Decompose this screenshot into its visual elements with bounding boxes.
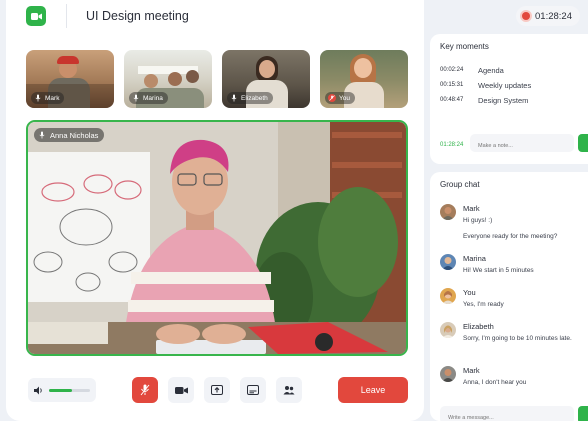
chat-sender: You [463, 288, 476, 297]
chat-text: Everyone ready for the meeting? [463, 233, 558, 240]
speaker-name: Anna Nicholas [50, 130, 99, 140]
captions-icon [247, 385, 259, 395]
chat-sender: Marina [463, 254, 486, 263]
mute-button[interactable] [132, 377, 158, 403]
recording-timer: 01:28:24 [516, 6, 580, 26]
chat-text: Yes, I'm ready [463, 301, 504, 308]
chat-sender: Elizabeth [463, 322, 494, 331]
participant-name: Mark [45, 94, 60, 102]
participant-tile-marina[interactable]: Marina [124, 50, 212, 108]
avatar [440, 366, 456, 382]
group-chat-panel: Group chat Mark Hi guys! :) Everyone rea… [430, 172, 588, 421]
chat-message: Mark Hi guys! :) Everyone ready for the … [440, 204, 588, 244]
avatar [440, 322, 456, 338]
participant-tile-you[interactable]: You [320, 50, 408, 108]
participant-name: Elizabeth [241, 94, 268, 102]
participant-name-pill: Marina [129, 92, 168, 104]
speaker-video [28, 122, 406, 354]
chat-text: Hi! We start in 5 minutes [463, 267, 534, 274]
header: UI Design meeting 01:28:24 [0, 0, 588, 34]
mic-muted-icon [39, 131, 45, 139]
add-note-button[interactable] [578, 134, 588, 152]
elapsed-time: 01:28:24 [535, 10, 572, 22]
participants-button[interactable] [276, 377, 302, 403]
participant-name: You [339, 94, 350, 102]
meeting-title: UI Design meeting [86, 9, 189, 23]
volume-slider-fill [49, 388, 72, 392]
avatar [440, 288, 456, 304]
note-input[interactable] [470, 134, 574, 152]
chat-text: Anna, I don't hear you [463, 379, 527, 386]
mic-muted-icon [231, 94, 237, 102]
people-icon [283, 385, 295, 394]
leave-button[interactable]: Leave [338, 377, 408, 403]
header-divider [66, 4, 67, 28]
call-controls: Leave [0, 372, 420, 408]
participant-name-pill: Mark [31, 92, 65, 104]
participant-name-pill: Elizabeth [227, 92, 273, 104]
camera-icon [174, 386, 188, 394]
video-camera-icon[interactable] [26, 6, 46, 26]
participant-tile-elizabeth[interactable]: Elizabeth [222, 50, 310, 108]
chat-message: You Yes, I'm ready [440, 288, 588, 312]
volume-slider[interactable] [49, 388, 90, 392]
chat-message-input[interactable] [440, 406, 574, 421]
chat-message: Marina Hi! We start in 5 minutes [440, 254, 588, 278]
chat-sender: Mark [463, 366, 480, 375]
group-chat-title: Group chat [440, 180, 480, 189]
note-timestamp: 01:28:24 [440, 142, 464, 148]
chat-message: Elizabeth Sorry, I'm going to be 10 minu… [440, 322, 588, 356]
mic-muted-icon [133, 94, 139, 102]
chat-text: Hi guys! :) [463, 217, 493, 224]
mic-muted-icon [35, 94, 41, 102]
share-screen-button[interactable] [204, 377, 230, 403]
volume-icon [34, 386, 42, 394]
participant-name-pill: You [325, 92, 355, 104]
avatar [440, 254, 456, 270]
mic-muted-icon [140, 384, 150, 396]
main-video-stage[interactable]: Anna Nicholas [26, 120, 408, 356]
key-moments-footer: 01:28:24 [430, 34, 588, 164]
chat-sender: Mark [463, 204, 480, 213]
record-icon [522, 12, 530, 20]
mic-muted-icon [328, 94, 336, 102]
avatar [440, 204, 456, 220]
participant-name: Marina [143, 94, 163, 102]
share-screen-icon [211, 385, 223, 395]
volume-control[interactable] [28, 378, 96, 402]
participant-tile-mark[interactable]: Mark [26, 50, 114, 108]
camera-button[interactable] [168, 377, 194, 403]
send-message-button[interactable] [578, 406, 588, 421]
chat-message: Mark Anna, I don't hear you [440, 366, 588, 390]
chat-text: Sorry, I'm going to be 10 minutes late. [463, 335, 572, 342]
captions-button[interactable] [240, 377, 266, 403]
speaker-name-pill: Anna Nicholas [34, 128, 105, 142]
